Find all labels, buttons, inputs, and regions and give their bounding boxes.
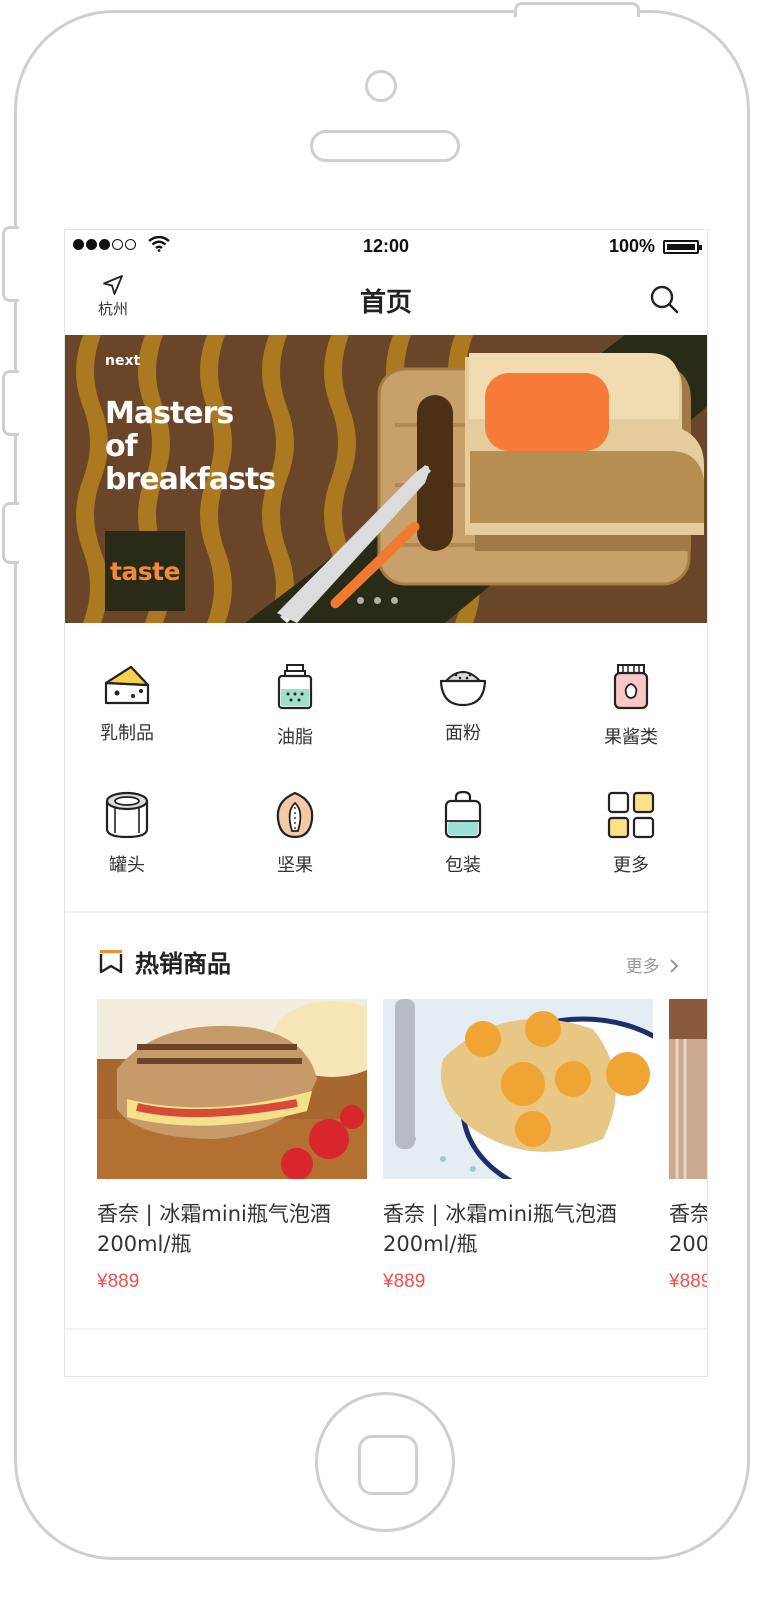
category-item[interactable]: 油脂 [235, 663, 355, 749]
product-photo [669, 999, 707, 1179]
product-image [669, 999, 707, 1179]
pagination-dot[interactable] [391, 597, 398, 604]
search-icon [650, 285, 679, 314]
category-label: 果酱类 [604, 727, 658, 748]
promo-banner[interactable]: next Masters of breakfasts taste [65, 335, 707, 623]
category-item[interactable]: 更多 [571, 791, 691, 877]
pagination-dot[interactable] [374, 597, 381, 604]
category-item[interactable]: 乳制品 [67, 663, 187, 745]
chevron-right-icon [670, 959, 679, 973]
category-item[interactable]: 包装 [403, 791, 523, 877]
product-price: ¥889 [97, 1271, 140, 1292]
page-title: 首页 [359, 288, 412, 318]
category-item[interactable]: 果酱类 [571, 663, 691, 749]
banner-title-line: Masters [105, 396, 234, 431]
battery-indicator: 100% [608, 236, 702, 257]
category-item[interactable]: 罐头 [67, 791, 187, 877]
power-button [514, 2, 640, 17]
sandwich-image [97, 999, 367, 1179]
nut-icon [276, 791, 314, 839]
category-label: 油脂 [277, 727, 313, 748]
earpiece-speaker [310, 130, 460, 162]
volume-up-button [2, 370, 19, 436]
bookmark-icon [99, 950, 123, 974]
pagination-dot[interactable] [357, 597, 364, 604]
search-button[interactable] [649, 284, 679, 318]
mute-switch [2, 226, 19, 302]
product-image [97, 999, 367, 1179]
banner-brand-logo: taste [105, 531, 185, 611]
product-carousel[interactable]: 香奈 | 冰霜mini瓶气泡酒200ml/瓶 ¥889 香奈 | 冰霜mini瓶… [97, 999, 708, 1319]
banner-headline: next Masters of breakfasts [105, 353, 276, 497]
banner-tag: next [105, 353, 141, 369]
app-screen: 12:00 100% 杭州 首页 next Masters of breakfa… [64, 229, 708, 1377]
can-icon [105, 791, 149, 839]
category-item[interactable]: 面粉 [403, 663, 523, 745]
status-bar: 12:00 100% [65, 230, 707, 264]
category-label: 罐头 [109, 855, 145, 876]
banner-title-line: of [105, 429, 138, 464]
cheese-icon [104, 665, 150, 705]
product-image [383, 999, 653, 1179]
oil-jar-icon [277, 664, 313, 710]
product-price: ¥889 [669, 1271, 708, 1292]
banner-title-line: breakfasts [105, 462, 276, 497]
nav-bar: 杭州 首页 [65, 264, 707, 336]
hot-section-header: 热销商品 更多 [65, 930, 707, 990]
front-camera [365, 70, 397, 102]
product-card[interactable]: 香奈 | 冰霜mini瓶气泡酒200ml/瓶 ¥889 [383, 999, 653, 1293]
category-grid: 乳制品 油脂 面粉 果酱类 罐头 坚果 包装 更多 [65, 623, 707, 911]
apricot-cake-image [383, 999, 653, 1179]
category-label: 包装 [445, 855, 481, 876]
product-name: 香奈 | 冰霜mini瓶气泡酒200ml/瓶 [383, 1202, 617, 1256]
category-label: 乳制品 [100, 723, 154, 744]
home-button[interactable] [315, 1392, 455, 1532]
product-name: 香奈 | 冰霜mini瓶气泡酒200ml/瓶 [97, 1202, 331, 1256]
product-card[interactable]: 香奈 | 冰霜mini瓶气泡酒200ml/瓶 ¥889 [97, 999, 367, 1293]
jam-jar-icon [613, 664, 649, 710]
battery-percent: 100% [608, 236, 655, 256]
more-link-label: 更多 [625, 957, 660, 977]
section-divider [65, 911, 707, 913]
volume-down-button [2, 502, 19, 564]
more-link[interactable]: 更多 [626, 952, 679, 977]
banner-pagination[interactable] [357, 597, 398, 604]
category-item[interactable]: 坚果 [235, 791, 355, 877]
section-title: 热销商品 [135, 950, 231, 978]
section-divider [65, 1328, 707, 1330]
product-card[interactable]: 香奈 | 冰霜mini瓶气泡酒200ml/瓶 ¥889 [669, 999, 708, 1293]
grid-more-icon [607, 791, 655, 839]
battery-icon [663, 239, 702, 254]
category-label: 面粉 [445, 723, 481, 744]
category-label: 更多 [613, 855, 649, 876]
flour-bowl-icon [439, 670, 487, 707]
category-label: 坚果 [277, 855, 313, 876]
product-price: ¥889 [383, 1271, 426, 1292]
bag-icon [444, 791, 482, 839]
product-name: 香奈 | 冰霜mini瓶气泡酒200ml/瓶 [669, 1202, 708, 1256]
